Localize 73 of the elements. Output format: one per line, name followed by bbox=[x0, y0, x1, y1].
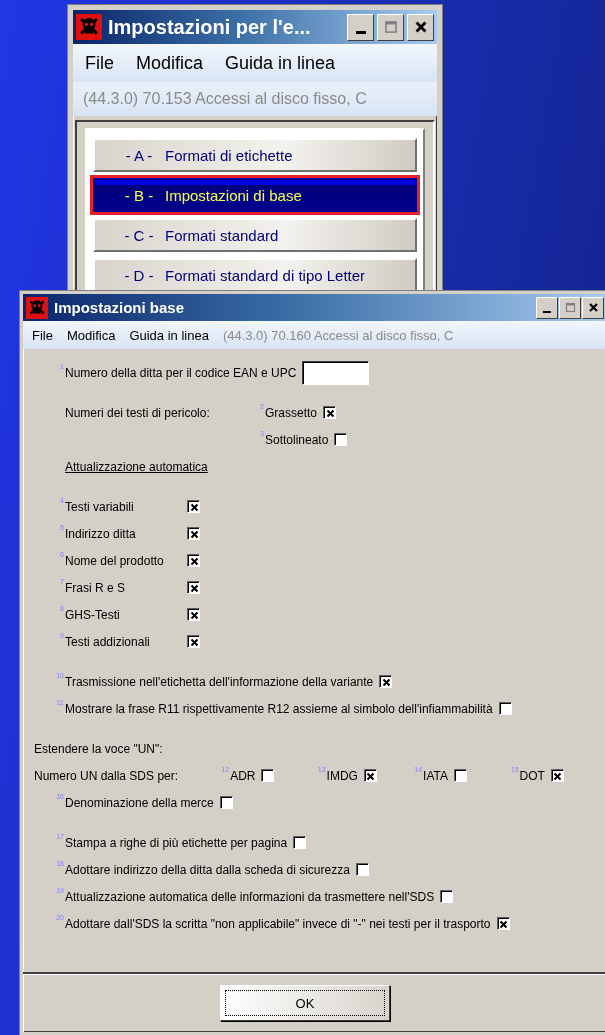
section-button[interactable]: - C - Formati standard bbox=[93, 218, 417, 252]
ean-input-field[interactable] bbox=[302, 360, 370, 385]
option-label: DOT bbox=[519, 768, 545, 783]
status-text: (44.3.0) 70.153 Accessi al disco fisso, C bbox=[83, 90, 367, 108]
section-heading: Attualizzazione automatica bbox=[65, 459, 208, 474]
window-title: Impostazioni base bbox=[54, 299, 186, 316]
close-button[interactable] bbox=[582, 296, 604, 319]
option-label: Adottare indirizzo della ditta dalla scheda di sicurezza bbox=[65, 862, 350, 877]
menu-item[interactable]: Modifica bbox=[136, 52, 204, 74]
minimize-button[interactable] bbox=[347, 13, 374, 41]
close-icon bbox=[587, 302, 599, 313]
menu-item[interactable]: File bbox=[32, 327, 53, 343]
window-title: Impostazioni per l'e... bbox=[108, 15, 312, 39]
section-button[interactable]: - D - Formati standard di tipo Letter bbox=[93, 258, 417, 292]
checkbox[interactable] bbox=[498, 702, 512, 715]
group-label: Numero UN dalla SDS per: bbox=[34, 768, 180, 783]
option-label: Trasmissione nell'etichetta dell'informazione della variante bbox=[65, 674, 374, 689]
checkbox[interactable] bbox=[550, 769, 564, 782]
group-label: Numeri dei testi di pericolo: bbox=[64, 405, 211, 420]
checkbox[interactable] bbox=[355, 863, 369, 876]
option-label: Nome del prodotto bbox=[65, 553, 165, 568]
checkbox[interactable] bbox=[187, 527, 200, 540]
checkbox[interactable] bbox=[496, 917, 510, 930]
section-button[interactable]: - A - Formati di etichette bbox=[93, 138, 417, 172]
checkbox[interactable] bbox=[363, 769, 377, 782]
checkbox[interactable] bbox=[187, 635, 200, 648]
minimize-icon bbox=[543, 310, 551, 313]
checkbox[interactable] bbox=[323, 406, 337, 419]
maximize-button[interactable] bbox=[377, 13, 404, 41]
checkbox[interactable] bbox=[453, 769, 467, 782]
checkbox[interactable] bbox=[440, 890, 454, 903]
maximize-icon bbox=[564, 302, 576, 313]
section-button[interactable]: - B - Impostazioni di base bbox=[93, 178, 417, 212]
menu-item[interactable]: Guida in linea bbox=[225, 52, 336, 74]
option-label: Mostrare la frase R11 rispettivamente R12 assieme al simbolo dell'infiammabilità bbox=[65, 701, 493, 716]
skull-icon bbox=[76, 14, 102, 40]
menu-item[interactable]: Modifica bbox=[66, 327, 116, 343]
option-label: Grassetto bbox=[265, 405, 318, 420]
ok-button[interactable]: OK bbox=[220, 985, 390, 1021]
option-label: Frasi R e S bbox=[65, 580, 126, 595]
checkbox[interactable] bbox=[187, 581, 200, 594]
option-label: Adottare dall'SDS la scritta "non applicabile" invece di "-" nei testi per il trasporto bbox=[65, 916, 491, 931]
skull-icon bbox=[26, 296, 48, 319]
checkbox[interactable] bbox=[187, 500, 200, 513]
checkbox[interactable] bbox=[187, 608, 200, 621]
checkbox[interactable] bbox=[219, 796, 233, 809]
minimize-button[interactable] bbox=[536, 296, 558, 319]
section-heading: Estendere la voce "UN": bbox=[34, 741, 163, 756]
option-label: Indirizzo ditta bbox=[65, 526, 137, 541]
field-label: Numero della ditta per il codice EAN e UPC bbox=[65, 365, 297, 380]
close-button[interactable] bbox=[407, 13, 434, 41]
status-text: (44.3.0) 70.160 Accessi al disco fisso, C bbox=[222, 327, 454, 343]
checkbox[interactable] bbox=[261, 769, 275, 782]
option-label: IMDG bbox=[326, 768, 358, 783]
option-label: Denominazione della merce bbox=[65, 795, 214, 810]
option-label: ADR bbox=[230, 768, 256, 783]
maximize-button[interactable] bbox=[559, 296, 581, 319]
menu-item[interactable]: File bbox=[85, 52, 114, 74]
option-label: IATA bbox=[423, 768, 448, 783]
checkbox[interactable] bbox=[293, 836, 307, 849]
checkbox[interactable] bbox=[379, 675, 393, 688]
checkbox[interactable] bbox=[334, 433, 348, 446]
option-label: Stampa a righe di più etichette per pagina bbox=[65, 835, 288, 850]
option-label: Testi variabili bbox=[65, 499, 135, 514]
option-label: GHS-Testi bbox=[65, 607, 121, 622]
option-label: Sottolineato bbox=[265, 432, 329, 447]
option-label: Testi addizionali bbox=[65, 634, 151, 649]
checkbox[interactable] bbox=[187, 554, 200, 567]
menu-item[interactable]: Guida in linea bbox=[129, 327, 209, 343]
option-label: Attualizzazione automatica delle informazioni da trasmettere nell'SDS bbox=[65, 889, 435, 904]
maximize-icon bbox=[383, 20, 398, 34]
minimize-icon bbox=[355, 30, 366, 34]
close-icon bbox=[413, 20, 428, 34]
